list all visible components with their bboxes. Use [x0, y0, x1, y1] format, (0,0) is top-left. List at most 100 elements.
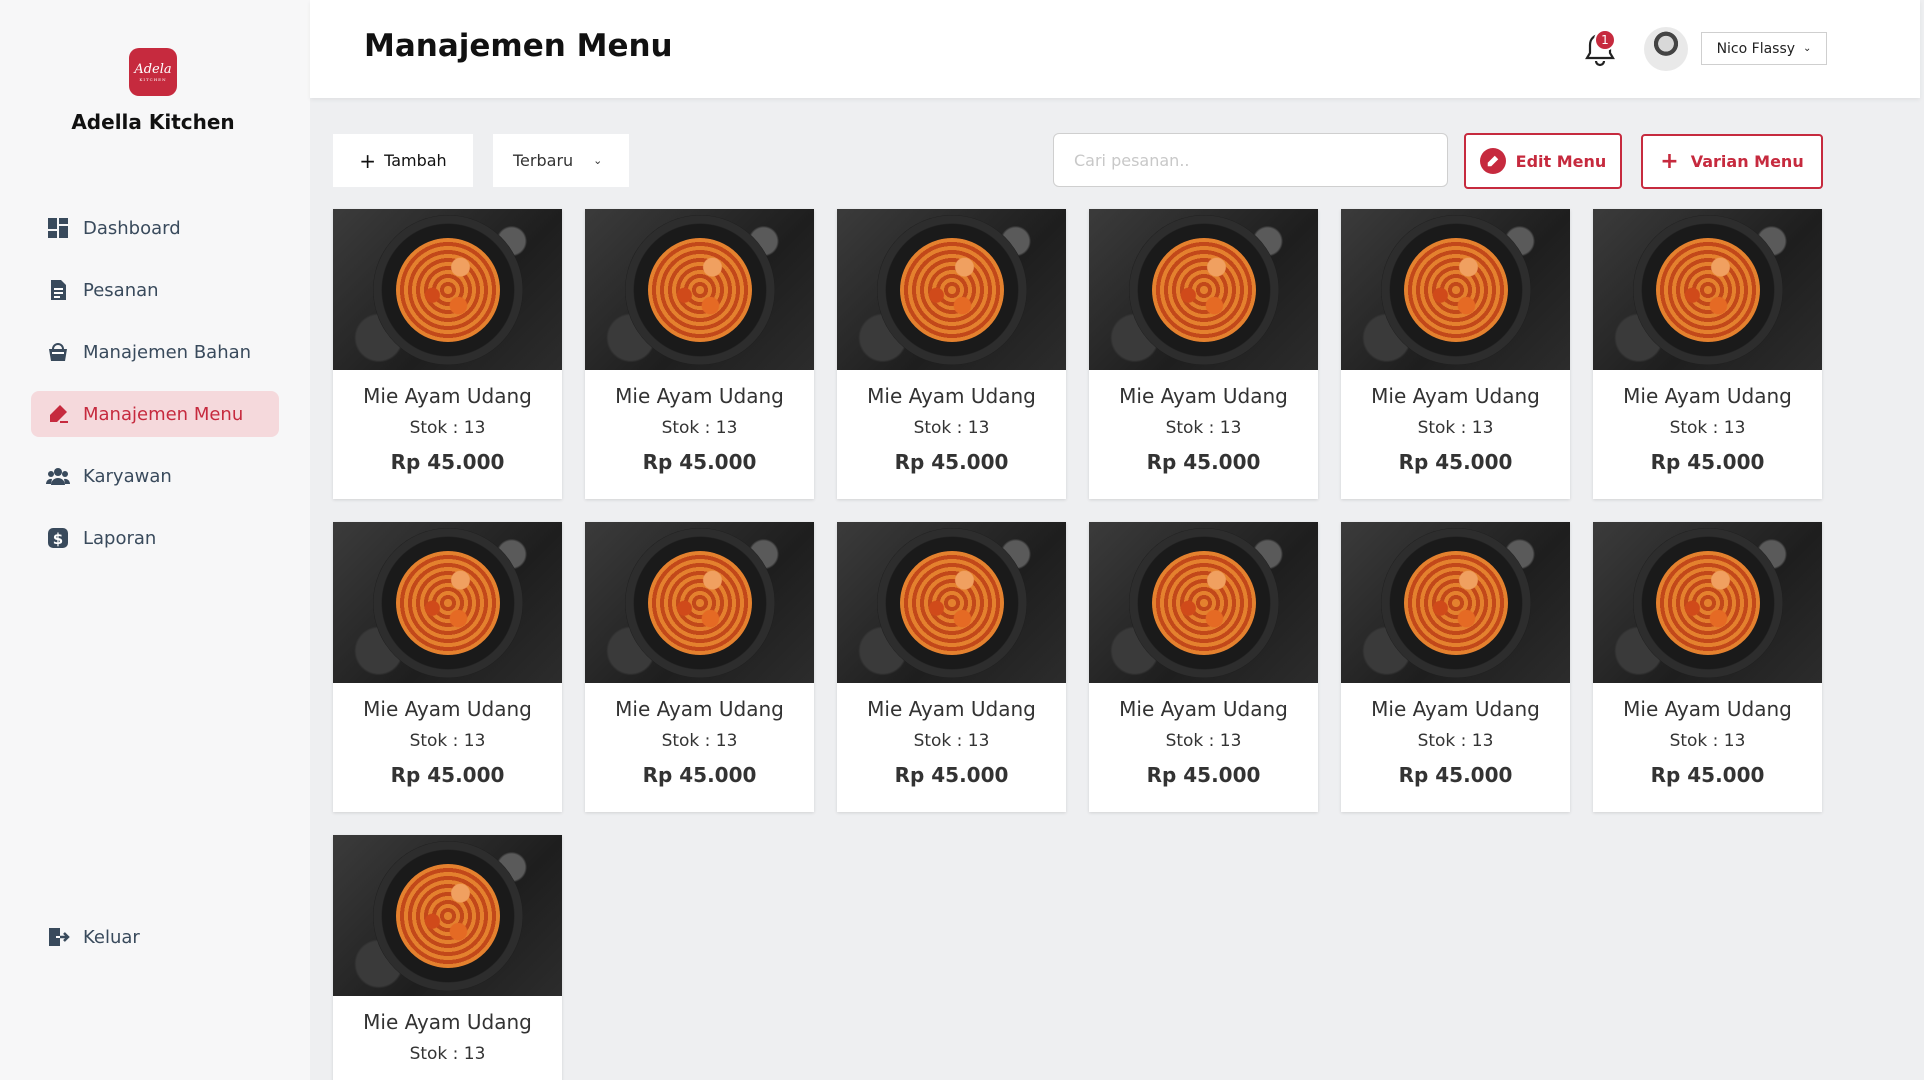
sidebar-item-manajemen-bahan[interactable]: Manajemen Bahan: [31, 329, 279, 375]
chevron-down-icon: ⌄: [1803, 43, 1812, 54]
logout-label: Keluar: [83, 926, 140, 948]
food-image: [585, 522, 814, 683]
sidebar-item-label: Pesanan: [83, 279, 159, 301]
menu-price: Rp 45.000: [390, 450, 505, 474]
brand: Adela KITCHEN Adella Kitchen: [0, 48, 306, 134]
add-button-label: Tambah: [384, 151, 447, 170]
food-image: [837, 209, 1066, 370]
edit-menu-label: Edit Menu: [1515, 151, 1607, 171]
sidebar-item-label: Manajemen Bahan: [83, 341, 252, 363]
noodle-graphic: [395, 237, 500, 342]
menu-name: Mie Ayam Udang: [1119, 697, 1288, 721]
menu-card[interactable]: Mie Ayam Udang Stok : 13 Rp 45.000: [585, 522, 814, 812]
variant-menu-label: Varian Menu: [1690, 152, 1804, 171]
menu-name: Mie Ayam Udang: [1371, 697, 1540, 721]
menu-price: Rp 45.000: [1398, 763, 1513, 787]
sidebar-item-pesanan[interactable]: Pesanan: [31, 267, 279, 313]
menu-card[interactable]: Mie Ayam Udang Stok : 13 Rp 45.000: [837, 209, 1066, 499]
menu-grid: Mie Ayam Udang Stok : 13 Rp 45.000 Mie Aya…: [333, 209, 1823, 1080]
chevron-down-icon: ⌄: [593, 154, 603, 167]
sidebar-item-manajemen-menu[interactable]: Manajemen Menu: [31, 391, 279, 437]
menu-card[interactable]: Mie Ayam Udang Stok : 13 Rp 45.000: [1089, 209, 1318, 499]
noodle-graphic: [1403, 237, 1508, 342]
sidebar-item-label: Laporan: [83, 527, 157, 549]
menu-price: Rp 45.000: [642, 450, 757, 474]
food-image: [1089, 209, 1318, 370]
sidebar-item-label: Dashboard: [83, 217, 181, 239]
menu-name: Mie Ayam Udang: [867, 697, 1036, 721]
menu-card[interactable]: Mie Ayam Udang Stok : 13 Rp 45.000: [1341, 209, 1570, 499]
menu-name: Mie Ayam Udang: [615, 384, 784, 408]
menu-card[interactable]: Mie Ayam Udang Stok : 13 Rp 45.000: [837, 522, 1066, 812]
menu-card[interactable]: Mie Ayam Udang Stok : 13: [333, 835, 562, 1080]
menu-price: Rp 45.000: [1146, 450, 1261, 474]
noodle-graphic: [395, 863, 500, 968]
menu-price: Rp 45.000: [1650, 450, 1765, 474]
menu-card[interactable]: Mie Ayam Udang Stok : 13 Rp 45.000: [1593, 209, 1822, 499]
menu-name: Mie Ayam Udang: [363, 1010, 532, 1034]
variant-menu-button[interactable]: + Varian Menu: [1641, 134, 1823, 189]
menu-stock: Stok : 13: [409, 1044, 486, 1064]
menu-stock: Stok : 13: [1165, 731, 1242, 751]
brand-logo: Adela KITCHEN: [129, 48, 177, 96]
sidebar-item-dashboard[interactable]: Dashboard: [31, 205, 279, 251]
sort-dropdown[interactable]: Terbaru ⌄: [493, 134, 629, 187]
sidebar-item-label: Karyawan: [83, 465, 172, 487]
edit-menu-button[interactable]: Edit Menu: [1464, 133, 1622, 189]
menu-stock: Stok : 13: [913, 731, 990, 751]
menu-name: Mie Ayam Udang: [363, 697, 532, 721]
menu-name: Mie Ayam Udang: [363, 384, 532, 408]
menu-card[interactable]: Mie Ayam Udang Stok : 13 Rp 45.000: [1089, 522, 1318, 812]
search-input[interactable]: [1053, 133, 1448, 187]
menu-stock: Stok : 13: [1165, 418, 1242, 438]
logout-section: Keluar: [31, 914, 279, 976]
menu-price: Rp 45.000: [894, 450, 1009, 474]
menu-name: Mie Ayam Udang: [867, 384, 1036, 408]
page-title: Manajemen Menu: [364, 28, 673, 64]
food-image: [837, 522, 1066, 683]
menu-stock: Stok : 13: [1417, 731, 1494, 751]
avatar[interactable]: [1644, 27, 1688, 71]
menu-card[interactable]: Mie Ayam Udang Stok : 13 Rp 45.000: [1341, 522, 1570, 812]
users-icon: [45, 463, 71, 489]
sidebar: Adela KITCHEN Adella Kitchen Dashboard P…: [0, 0, 310, 1080]
menu-card[interactable]: Mie Ayam Udang Stok : 13 Rp 45.000: [585, 209, 814, 499]
sidebar-item-label: Manajemen Menu: [83, 403, 244, 425]
menu-name: Mie Ayam Udang: [1371, 384, 1540, 408]
menu-stock: Stok : 13: [661, 418, 738, 438]
logout-icon: [45, 924, 71, 950]
plus-icon: +: [1660, 149, 1679, 174]
menu-stock: Stok : 13: [1417, 418, 1494, 438]
noodle-graphic: [1151, 237, 1256, 342]
logout-button[interactable]: Keluar: [31, 914, 279, 960]
svg-text:$: $: [53, 530, 63, 548]
noodle-graphic: [1655, 550, 1760, 655]
noodle-graphic: [395, 550, 500, 655]
menu-card[interactable]: Mie Ayam Udang Stok : 13 Rp 45.000: [1593, 522, 1822, 812]
noodle-graphic: [899, 237, 1004, 342]
top-header: Manajemen Menu 1 Nico Flassy ⌄: [310, 0, 1920, 98]
menu-card[interactable]: Mie Ayam Udang Stok : 13 Rp 45.000: [333, 522, 562, 812]
basket-icon: [45, 339, 71, 365]
user-dropdown[interactable]: Nico Flassy ⌄: [1701, 32, 1827, 65]
food-image: [1341, 209, 1570, 370]
sidebar-item-laporan[interactable]: $ Laporan: [31, 515, 279, 561]
menu-stock: Stok : 13: [409, 731, 486, 751]
sidebar-item-karyawan[interactable]: Karyawan: [31, 453, 279, 499]
logo-text: Adela: [134, 61, 172, 77]
food-image: [1593, 209, 1822, 370]
brand-name: Adella Kitchen: [71, 110, 235, 134]
menu-price: Rp 45.000: [390, 763, 505, 787]
menu-stock: Stok : 13: [913, 418, 990, 438]
noodle-graphic: [647, 237, 752, 342]
menu-card[interactable]: Mie Ayam Udang Stok : 13 Rp 45.000: [333, 209, 562, 499]
order-icon: [45, 277, 71, 303]
food-image: [333, 835, 562, 996]
menu-stock: Stok : 13: [409, 418, 486, 438]
dashboard-icon: [45, 215, 71, 241]
menu-price: Rp 45.000: [1650, 763, 1765, 787]
menu-price: Rp 45.000: [1146, 763, 1261, 787]
add-button[interactable]: + Tambah: [333, 134, 473, 187]
noodle-graphic: [647, 550, 752, 655]
food-image: [1593, 522, 1822, 683]
